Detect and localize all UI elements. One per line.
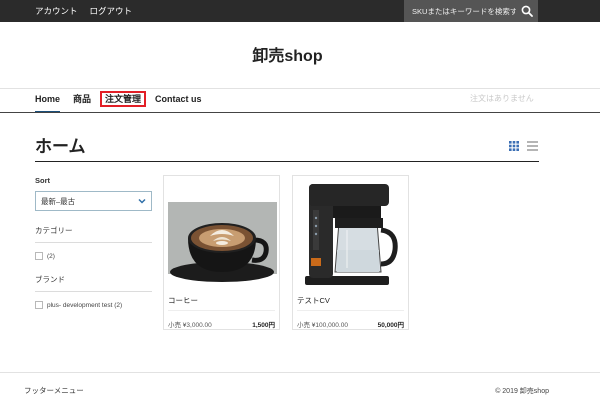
nav-bottom-divider [0, 112, 600, 113]
wholesale-price: 50,000円 [377, 322, 404, 329]
title-divider [35, 161, 539, 162]
product-card[interactable]: コーヒー 小売 ¥3,000.00 1,500円 [163, 175, 280, 330]
grid-view-icon[interactable] [509, 138, 519, 156]
nav-item-home[interactable]: Home [35, 89, 61, 113]
filter-sidebar: Sort 最新–最古 カテゴリー (2) ブランド plus- developm… [35, 176, 153, 309]
search-icon[interactable] [516, 0, 538, 22]
chevron-down-icon [138, 197, 146, 206]
category-checkbox[interactable] [35, 252, 43, 260]
view-toggle [509, 138, 538, 156]
category-title: カテゴリー [35, 226, 73, 235]
logout-link[interactable]: ログアウト [90, 5, 133, 17]
brand-filter-label: plus- development test (2) [47, 301, 123, 309]
search-box [404, 0, 538, 22]
sort-select[interactable]: 最新–最古 [35, 191, 152, 211]
account-link[interactable]: アカウント [35, 5, 78, 17]
site-logo[interactable]: 卸売shop [0, 42, 575, 66]
account-links: アカウント ログアウト [35, 0, 132, 22]
copyright-text: © 2019 卸売shop [495, 388, 549, 395]
brand-checkbox[interactable] [35, 301, 43, 309]
sort-label: Sort [35, 176, 50, 185]
order-status-text: 注文はありません [470, 94, 534, 103]
card-divider [168, 310, 275, 311]
card-divider [297, 310, 404, 311]
nav-item-contact-us[interactable]: Contact us [155, 89, 202, 109]
coffee-maker-photo[interactable] [297, 180, 406, 288]
coffee-cup-photo[interactable] [168, 180, 277, 288]
footer-divider [0, 372, 600, 373]
wholesale-price: 1,500円 [252, 322, 275, 329]
product-card[interactable]: テストCV 小売 ¥100,000.00 50,000円 [292, 175, 409, 330]
search-input[interactable] [404, 6, 516, 16]
product-name[interactable]: コーヒー [168, 295, 198, 306]
page-title: ホーム [35, 137, 86, 156]
main-nav: Home 商品 注文管理 Contact us [35, 89, 215, 113]
brand-divider [35, 291, 152, 292]
category-filter-item[interactable]: (2) [35, 252, 153, 260]
brand-title: ブランド [35, 275, 65, 284]
nav-item-products[interactable]: 商品 [73, 89, 91, 109]
top-bar: アカウント ログアウト [0, 0, 600, 22]
sort-value: 最新–最古 [41, 196, 76, 206]
list-view-icon[interactable] [527, 138, 538, 156]
nav-item-order-management[interactable]: 注文管理 [100, 91, 147, 107]
product-name[interactable]: テストCV [297, 295, 330, 306]
retail-price: 小売 ¥3,000.00 [168, 322, 212, 329]
category-filter-label: (2) [47, 252, 55, 260]
brand-filter-item[interactable]: plus- development test (2) [35, 301, 153, 309]
category-divider [35, 242, 152, 243]
footer-menu[interactable]: フッターメニュー [24, 385, 84, 396]
retail-price: 小売 ¥100,000.00 [297, 322, 348, 329]
